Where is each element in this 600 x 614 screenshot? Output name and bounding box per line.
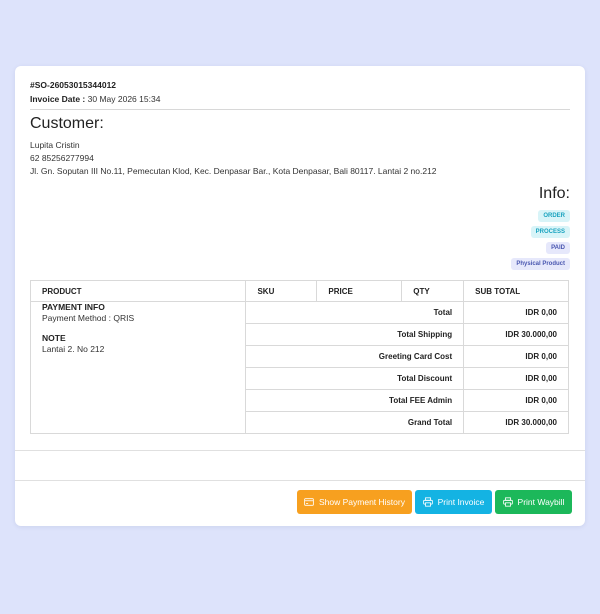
summary-label-shipping: Total Shipping xyxy=(245,323,465,346)
payment-method: Payment Method : QRIS xyxy=(42,313,135,323)
customer-phone: 62 85256277994 xyxy=(30,153,94,163)
summary-label-fee-admin: Total FEE Admin xyxy=(245,389,465,412)
divider xyxy=(15,450,585,451)
col-header-subtotal: SUB TOTAL xyxy=(463,280,569,302)
table-header-row: PRODUCT SKU PRICE QTY SUB TOTAL xyxy=(29,280,569,302)
printer-icon xyxy=(502,497,513,507)
customer-address: Jl. Gn. Soputan III No.11, Pemecutan Klo… xyxy=(30,166,437,176)
summary-label-grand-total: Grand Total xyxy=(245,411,465,434)
summary-value-fee-admin: IDR 0,00 xyxy=(463,389,569,412)
customer-heading: Customer: xyxy=(30,115,104,132)
summary-value-greeting-card: IDR 0,00 xyxy=(463,345,569,368)
print-invoice-label: Print Invoice xyxy=(437,497,485,507)
show-payment-history-button[interactable]: Show Payment History xyxy=(297,490,412,514)
summary-label-total: Total xyxy=(245,301,465,324)
divider xyxy=(30,109,570,110)
payment-info-title: PAYMENT INFO xyxy=(42,302,105,312)
summary-label-greeting-card: Greeting Card Cost xyxy=(245,345,465,368)
invoice-table: PRODUCT SKU PRICE QTY SUB TOTAL PAYMENT … xyxy=(29,280,569,434)
payment-note-block: PAYMENT INFO Payment Method : QRIS NOTE … xyxy=(29,301,247,434)
print-waybill-label: Print Waybill xyxy=(517,497,565,507)
credit-card-icon xyxy=(304,498,314,506)
invoice-date-label: Invoice Date : xyxy=(30,94,86,104)
print-waybill-button[interactable]: Print Waybill xyxy=(495,490,572,514)
status-badge-paid: PAID xyxy=(546,242,570,254)
note-text: Lantai 2. No 212 xyxy=(42,344,105,354)
info-heading: Info: xyxy=(538,185,570,202)
status-badge-process: PROCESS xyxy=(530,226,570,238)
col-header-sku: SKU xyxy=(245,280,318,302)
summary-value-grand-total: IDR 30.000,00 xyxy=(463,411,569,434)
col-header-price: PRICE xyxy=(316,280,403,302)
table-row: PAYMENT INFO Payment Method : QRIS NOTE … xyxy=(29,301,569,434)
summary-value-total: IDR 0,00 xyxy=(463,301,569,324)
show-payment-history-label: Show Payment History xyxy=(319,497,405,507)
order-number: #SO-26053015344012 xyxy=(30,80,117,90)
invoice-date-value: 30 May 2026 15:34 xyxy=(85,94,161,104)
summary-value-discount: IDR 0,00 xyxy=(463,367,569,390)
printer-icon xyxy=(422,497,433,507)
status-badge-order: ORDER xyxy=(538,210,570,222)
invoice-date: Invoice Date : 30 May 2026 15:34 xyxy=(30,94,160,104)
invoice-card: #SO-26053015344012 Invoice Date : 30 May… xyxy=(15,66,585,526)
divider xyxy=(15,480,585,481)
customer-name: Lupita Cristin xyxy=(30,140,80,150)
status-badge-physical-product: Physical Product xyxy=(511,258,570,270)
col-header-qty: QTY xyxy=(401,280,465,302)
note-title: NOTE xyxy=(42,333,66,343)
summary-value-shipping: IDR 30.000,00 xyxy=(463,323,569,346)
summary-label-discount: Total Discount xyxy=(245,367,465,390)
print-invoice-button[interactable]: Print Invoice xyxy=(415,490,492,514)
col-header-product: PRODUCT xyxy=(29,280,247,302)
